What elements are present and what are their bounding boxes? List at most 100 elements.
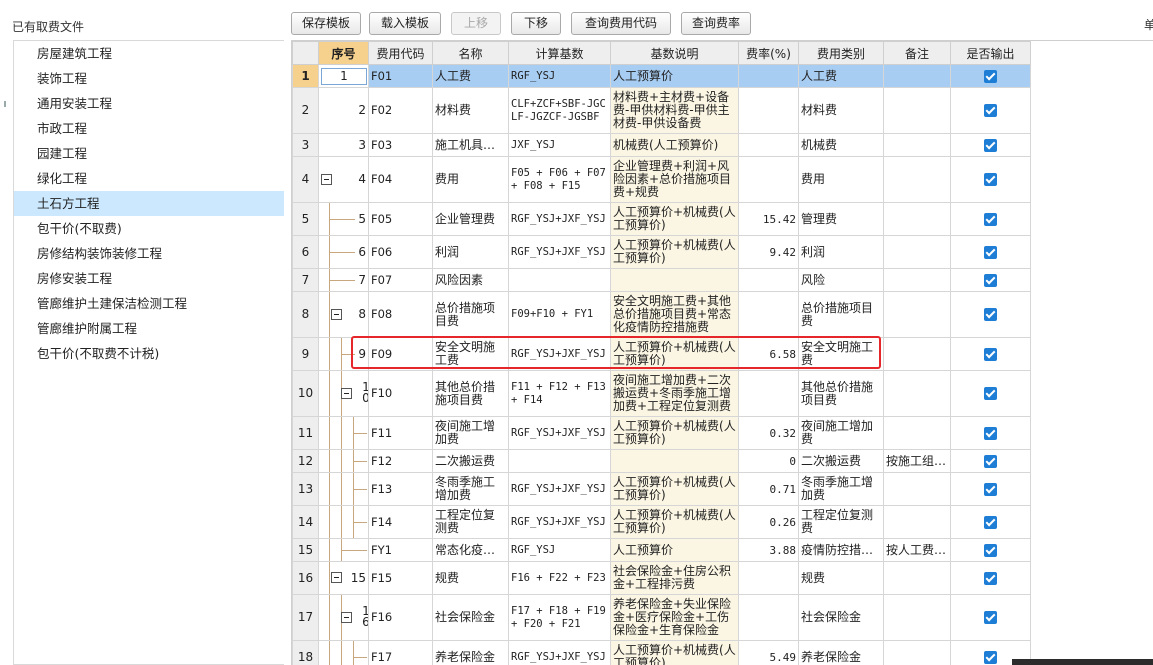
header-output[interactable]: 是否输出: [950, 41, 1031, 65]
row-number[interactable]: 5: [292, 202, 319, 236]
note-cell[interactable]: [883, 472, 951, 506]
seq-cell[interactable]: 6: [318, 235, 369, 269]
row-number[interactable]: 15: [292, 538, 319, 562]
fee-code-cell[interactable]: F07: [368, 268, 433, 292]
base-cell[interactable]: [508, 449, 611, 473]
output-checkbox[interactable]: [984, 212, 997, 226]
table-row[interactable]: 2 2 F02 材料费 CLF+ZCF+SBF-JGCLF-JGZCF-JGSBF 材料费…: [292, 87, 1031, 134]
output-checkbox[interactable]: [984, 308, 997, 321]
category-cell[interactable]: 工程定位复测费: [798, 505, 884, 539]
name-cell[interactable]: 企业管理费: [432, 202, 509, 236]
base-cell[interactable]: F05 + F06 + F07 + F08 + F15: [508, 156, 611, 203]
base-cell[interactable]: RGF_YSJ+JXF_YSJ: [508, 640, 611, 665]
note-cell[interactable]: [883, 561, 951, 595]
output-checkbox[interactable]: [984, 515, 997, 529]
fee-code-cell[interactable]: F16: [368, 594, 433, 641]
fee-file-item[interactable]: 通用安装工程: [14, 91, 284, 116]
category-cell[interactable]: 总价措施项目费: [798, 291, 884, 338]
base-cell[interactable]: RGF_YSJ+JXF_YSJ: [508, 337, 611, 371]
name-cell[interactable]: 二次搬运费: [432, 449, 509, 473]
row-number[interactable]: 7: [292, 268, 319, 292]
note-cell[interactable]: [883, 202, 951, 236]
output-checkbox[interactable]: [984, 426, 997, 440]
rate-cell[interactable]: 0: [738, 449, 799, 473]
category-cell[interactable]: 冬雨季施工增加费: [798, 472, 884, 506]
name-cell[interactable]: 施工机具…: [432, 133, 509, 157]
fee-code-cell[interactable]: F08: [368, 291, 433, 338]
header-note[interactable]: 备注: [883, 41, 951, 65]
header-seq[interactable]: 序号: [318, 41, 369, 65]
row-number[interactable]: 4: [292, 156, 319, 203]
base-desc-cell[interactable]: 材料费+主材费+设备费-甲供材料费-甲供主材费-甲供设备费: [610, 87, 739, 134]
seq-cell[interactable]: 10: [318, 370, 369, 417]
row-number[interactable]: 17: [292, 594, 319, 641]
table-row[interactable]: 1716F16社会保险金F17 + F18 + F19 + F20 + F21养…: [292, 594, 1031, 641]
fee-file-item[interactable]: 土石方工程: [14, 191, 284, 216]
base-desc-cell[interactable]: 人工预算价+机械费(人工预算价): [610, 202, 739, 236]
rate-cell[interactable]: 9.42: [738, 235, 799, 269]
base-cell[interactable]: RGF_YSJ+JXF_YSJ: [508, 202, 611, 236]
rate-cell[interactable]: [738, 156, 799, 203]
row-number[interactable]: 9: [292, 337, 319, 371]
base-desc-cell[interactable]: 养老保险金+失业保险金+医疗保险金+工伤保险金+生育保险金: [610, 594, 739, 641]
row-number[interactable]: 10: [292, 370, 319, 417]
output-checkbox[interactable]: [984, 69, 997, 83]
table-row[interactable]: 3 3 F03 施工机具… JXF_YSJ 机械费(人工预算价) 机械费: [292, 133, 1031, 157]
name-cell[interactable]: 养老保险金: [432, 640, 509, 665]
rate-cell[interactable]: [738, 133, 799, 157]
row-number[interactable]: 3: [292, 133, 319, 157]
fee-code-cell[interactable]: F17: [368, 640, 433, 665]
header-rate[interactable]: 费率(%): [738, 41, 799, 65]
seq-cell[interactable]: 15: [318, 561, 369, 595]
base-desc-cell[interactable]: 人工预算价+机械费(人工预算价): [610, 640, 739, 665]
name-cell[interactable]: 安全文明施工费: [432, 337, 509, 371]
header-code[interactable]: 费用代码: [368, 41, 433, 65]
row-number[interactable]: 12: [292, 449, 319, 473]
fee-code-cell[interactable]: F05: [368, 202, 433, 236]
category-cell[interactable]: 养老保险金: [798, 640, 884, 665]
rate-cell[interactable]: 5.49: [738, 640, 799, 665]
table-row[interactable]: 15 FY1 常态化疫… RGF_YSJ 人工预算价 3.88 疫情防控措… 按人工费…: [292, 538, 1031, 562]
fee-code-cell[interactable]: F13: [368, 472, 433, 506]
note-cell[interactable]: [883, 337, 951, 371]
note-cell[interactable]: [883, 416, 951, 450]
table-row[interactable]: 16 15 F15 规费 F16 + F22 + F23 社会保险金+住房公积金+工程排污…: [292, 561, 1031, 595]
note-cell[interactable]: [883, 235, 951, 269]
base-desc-cell[interactable]: 企业管理费+利润+风险因素+总价措施项目费+规费: [610, 156, 739, 203]
output-checkbox[interactable]: [984, 571, 997, 585]
seq-cell[interactable]: [318, 505, 369, 539]
category-cell[interactable]: 二次搬运费: [798, 449, 884, 473]
collapse-toggle-icon[interactable]: [341, 387, 352, 399]
base-cell[interactable]: RGF_YSJ: [508, 64, 611, 88]
base-cell[interactable]: JXF_YSJ: [508, 133, 611, 157]
rate-cell[interactable]: [738, 594, 799, 641]
save-template-button[interactable]: 保存模板: [291, 12, 361, 35]
note-cell[interactable]: [883, 594, 951, 641]
rate-cell[interactable]: [738, 64, 799, 88]
seq-cell[interactable]: 3: [318, 133, 369, 157]
note-cell[interactable]: [883, 156, 951, 203]
seq-cell[interactable]: [318, 449, 369, 473]
fee-code-cell[interactable]: F03: [368, 133, 433, 157]
base-cell[interactable]: CLF+ZCF+SBF-JGCLF-JGZCF-JGSBF: [508, 87, 611, 134]
fee-file-item[interactable]: 房修结构装饰装修工程: [14, 241, 284, 266]
seq-cell[interactable]: 5: [318, 202, 369, 236]
table-row[interactable]: 14 F14 工程定位复测费 RGF_YSJ+JXF_YSJ 人工预算价+机械费(人工预…: [292, 505, 1031, 539]
output-checkbox[interactable]: [984, 650, 997, 664]
table-row[interactable]: 4 4 F04 费用 F05 + F06 + F07 + F08 + F15 企业管理费+…: [292, 156, 1031, 203]
row-number[interactable]: 2: [292, 87, 319, 134]
name-cell[interactable]: 工程定位复测费: [432, 505, 509, 539]
name-cell[interactable]: 冬雨季施工增加费: [432, 472, 509, 506]
output-checkbox[interactable]: [984, 245, 997, 259]
category-cell[interactable]: 机械费: [798, 133, 884, 157]
output-checkbox[interactable]: [984, 482, 997, 496]
collapse-toggle-icon[interactable]: [331, 308, 342, 320]
category-cell[interactable]: 材料费: [798, 87, 884, 134]
note-cell[interactable]: [883, 133, 951, 157]
collapse-toggle-icon[interactable]: [321, 173, 332, 185]
note-cell[interactable]: 按人工费…: [883, 538, 951, 562]
table-row[interactable]: 1 1 F01 人工费 RGF_YSJ 人工预算价 人工费: [292, 64, 1031, 88]
name-cell[interactable]: 其他总价措施项目费: [432, 370, 509, 417]
seq-cell[interactable]: 4: [318, 156, 369, 203]
output-checkbox[interactable]: [984, 273, 997, 287]
